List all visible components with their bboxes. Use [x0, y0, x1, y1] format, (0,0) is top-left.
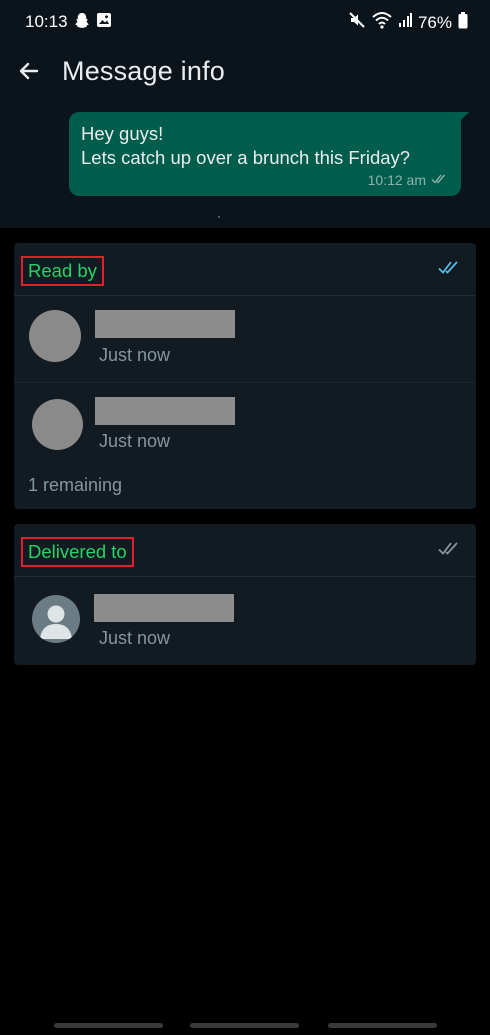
redacted-contact-name [94, 594, 234, 622]
read-by-label: Read by [21, 256, 104, 286]
delivered-contact-row[interactable]: Just now [14, 577, 476, 663]
read-contact-row[interactable]: Just now [14, 296, 476, 383]
avatar [32, 399, 83, 450]
delivered-to-section: Delivered to Just now [14, 524, 476, 665]
status-left-icons [74, 12, 112, 35]
back-nav-button[interactable] [328, 1023, 437, 1028]
snapchat-icon [74, 12, 90, 35]
delivered-to-header: Delivered to [14, 524, 476, 577]
delivered-time: Just now [99, 628, 171, 648]
grey-double-check-icon [438, 540, 462, 558]
status-time: 10:13 [25, 12, 68, 31]
system-navigation-bar [0, 1016, 490, 1035]
back-button[interactable] [12, 56, 46, 90]
message-bubble[interactable]: Hey guys! Lets catch up over a brunch th… [69, 112, 469, 196]
battery-level: 76% [417, 12, 452, 32]
read-by-section: Read by Just now Just now 1 remaining [14, 243, 476, 509]
delivered-to-label: Delivered to [21, 537, 134, 567]
bubble-tail [459, 112, 469, 122]
mute-icon [348, 11, 366, 34]
avatar [29, 310, 81, 362]
redacted-contact-name [95, 397, 235, 425]
message-line-2: Lets catch up over a brunch this Friday? [81, 147, 411, 168]
app-header: Message info [0, 42, 490, 106]
signal-icon [398, 12, 412, 33]
default-avatar-icon [32, 595, 80, 643]
read-time: Just now [99, 431, 171, 451]
message-line-1: Hey guys! [81, 123, 164, 144]
image-icon [96, 12, 112, 35]
page-title: Message info [62, 56, 225, 86]
home-button[interactable] [190, 1023, 299, 1028]
read-contact-row[interactable]: Just now [14, 383, 476, 469]
message-time: 10:12 am [367, 172, 426, 188]
double-check-icon [431, 172, 449, 188]
message-meta: 10:12 am [368, 172, 449, 188]
wifi-icon [372, 11, 392, 34]
wallpaper-dot [218, 216, 220, 218]
read-time: Just now [99, 345, 171, 365]
status-bar: 10:13 76% [0, 0, 490, 42]
status-right-icons: 76% [348, 11, 468, 34]
message-preview-area: Hey guys! Lets catch up over a brunch th… [0, 106, 490, 228]
arrow-left-icon [17, 59, 41, 88]
battery-icon [458, 11, 468, 34]
redacted-contact-name [95, 310, 235, 338]
remaining-count[interactable]: 1 remaining [28, 475, 122, 496]
blue-double-check-icon [438, 259, 462, 277]
message-info-screen: 10:13 76% Message info Hey guys! Lets ca… [0, 0, 490, 1035]
read-by-header: Read by [14, 243, 476, 296]
recents-button[interactable] [54, 1023, 163, 1028]
